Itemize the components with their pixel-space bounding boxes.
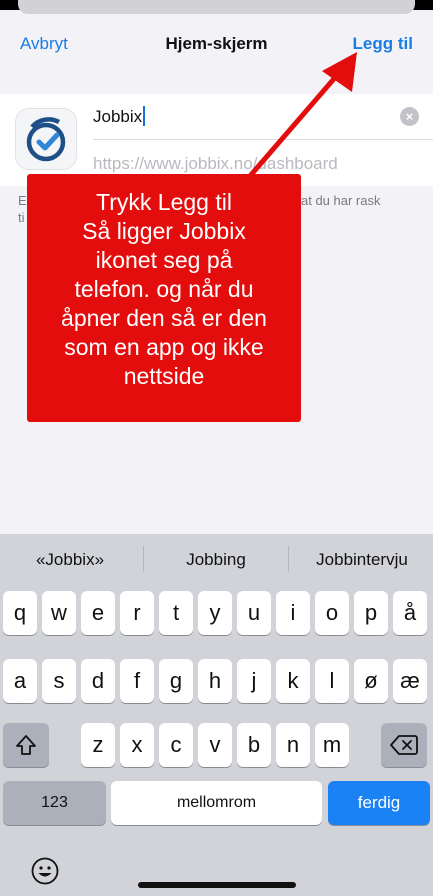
- callout-line: telefon. og når du: [74, 276, 254, 302]
- url-field: https://www.jobbix.no/dashboard: [93, 154, 338, 173]
- clear-icon[interactable]: ×: [400, 107, 419, 126]
- callout-line: nettside: [123, 363, 205, 389]
- callout-line: Trykk Legg til: [96, 189, 232, 215]
- key-p[interactable]: p: [354, 591, 388, 635]
- callout-line: som en app og ikke: [64, 334, 264, 360]
- suggestion-divider: [288, 546, 289, 572]
- note-line2: ti: [18, 210, 25, 225]
- background-sheet: [18, 0, 415, 14]
- field-divider: [93, 139, 433, 140]
- nav-bar: Avbryt Hjem-skjerm Legg til: [0, 14, 433, 74]
- key-c[interactable]: c: [159, 723, 193, 767]
- key-q[interactable]: q: [3, 591, 37, 635]
- add-to-home-sheet: Avbryt Hjem-skjerm Legg til Jobbix × htt…: [0, 14, 433, 896]
- suggestion-divider: [143, 546, 144, 572]
- jobbix-clock-logo-icon: [15, 108, 77, 170]
- backspace-icon: [390, 735, 418, 755]
- key-m[interactable]: m: [315, 723, 349, 767]
- key-x[interactable]: x: [120, 723, 154, 767]
- key-d[interactable]: d: [81, 659, 115, 703]
- suggestion-3[interactable]: Jobbintervju: [292, 550, 432, 570]
- key-l[interactable]: l: [315, 659, 349, 703]
- suggestion-2[interactable]: Jobbing: [146, 550, 286, 570]
- key-a[interactable]: a: [3, 659, 37, 703]
- key-oe[interactable]: ø: [354, 659, 388, 703]
- key-ae[interactable]: æ: [393, 659, 427, 703]
- key-u[interactable]: u: [237, 591, 271, 635]
- key-r[interactable]: r: [120, 591, 154, 635]
- done-key[interactable]: ferdig: [328, 781, 430, 825]
- suggestion-1[interactable]: «Jobbix»: [0, 550, 140, 570]
- shift-key[interactable]: [3, 723, 49, 767]
- key-b[interactable]: b: [237, 723, 271, 767]
- key-k[interactable]: k: [276, 659, 310, 703]
- callout-line: åpner den så er den: [61, 305, 267, 331]
- suggestion-bar: «Jobbix» Jobbing Jobbintervju: [0, 534, 433, 586]
- key-y[interactable]: y: [198, 591, 232, 635]
- key-e[interactable]: e: [81, 591, 115, 635]
- space-key[interactable]: mellomrom: [111, 781, 322, 825]
- shortcut-card: Jobbix × https://www.jobbix.no/dashboard: [0, 94, 433, 186]
- key-f[interactable]: f: [120, 659, 154, 703]
- callout-line: Så ligger Jobbix: [82, 218, 246, 244]
- key-i[interactable]: i: [276, 591, 310, 635]
- screen: Avbryt Hjem-skjerm Legg til Jobbix × htt…: [0, 0, 433, 896]
- emoji-icon[interactable]: [30, 856, 60, 886]
- backspace-key[interactable]: [381, 723, 427, 767]
- key-s[interactable]: s: [42, 659, 76, 703]
- app-name-field[interactable]: Jobbix: [93, 106, 146, 127]
- key-j[interactable]: j: [237, 659, 271, 703]
- note-line1-end: at du har rask: [301, 193, 381, 208]
- key-o[interactable]: o: [315, 591, 349, 635]
- key-t[interactable]: t: [159, 591, 193, 635]
- keyboard: «Jobbix» Jobbing Jobbintervju q w e r t …: [0, 534, 433, 896]
- key-n[interactable]: n: [276, 723, 310, 767]
- numbers-key[interactable]: 123: [3, 781, 106, 825]
- home-indicator: [138, 882, 296, 888]
- key-w[interactable]: w: [42, 591, 76, 635]
- text-cursor: [143, 106, 146, 126]
- add-button[interactable]: Legg til: [353, 34, 413, 54]
- instruction-callout: Trykk Legg til Så ligger Jobbix ikonet s…: [27, 174, 301, 422]
- key-aa[interactable]: å: [393, 591, 427, 635]
- key-z[interactable]: z: [81, 723, 115, 767]
- shift-icon: [16, 735, 36, 755]
- callout-line: ikonet seg på: [95, 247, 233, 273]
- key-g[interactable]: g: [159, 659, 193, 703]
- key-v[interactable]: v: [198, 723, 232, 767]
- key-h[interactable]: h: [198, 659, 232, 703]
- note-line1-start: E: [18, 193, 27, 208]
- app-name-value: Jobbix: [93, 107, 143, 126]
